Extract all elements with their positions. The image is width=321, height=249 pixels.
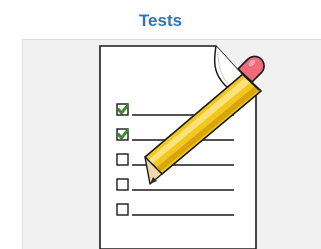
checkbox-icon	[116, 203, 129, 216]
checkbox-icon	[116, 153, 129, 166]
tests-tile[interactable]: Tests	[0, 0, 321, 249]
checkbox-icon	[116, 178, 129, 191]
checklist-with-pencil-icon[interactable]	[0, 0, 321, 249]
